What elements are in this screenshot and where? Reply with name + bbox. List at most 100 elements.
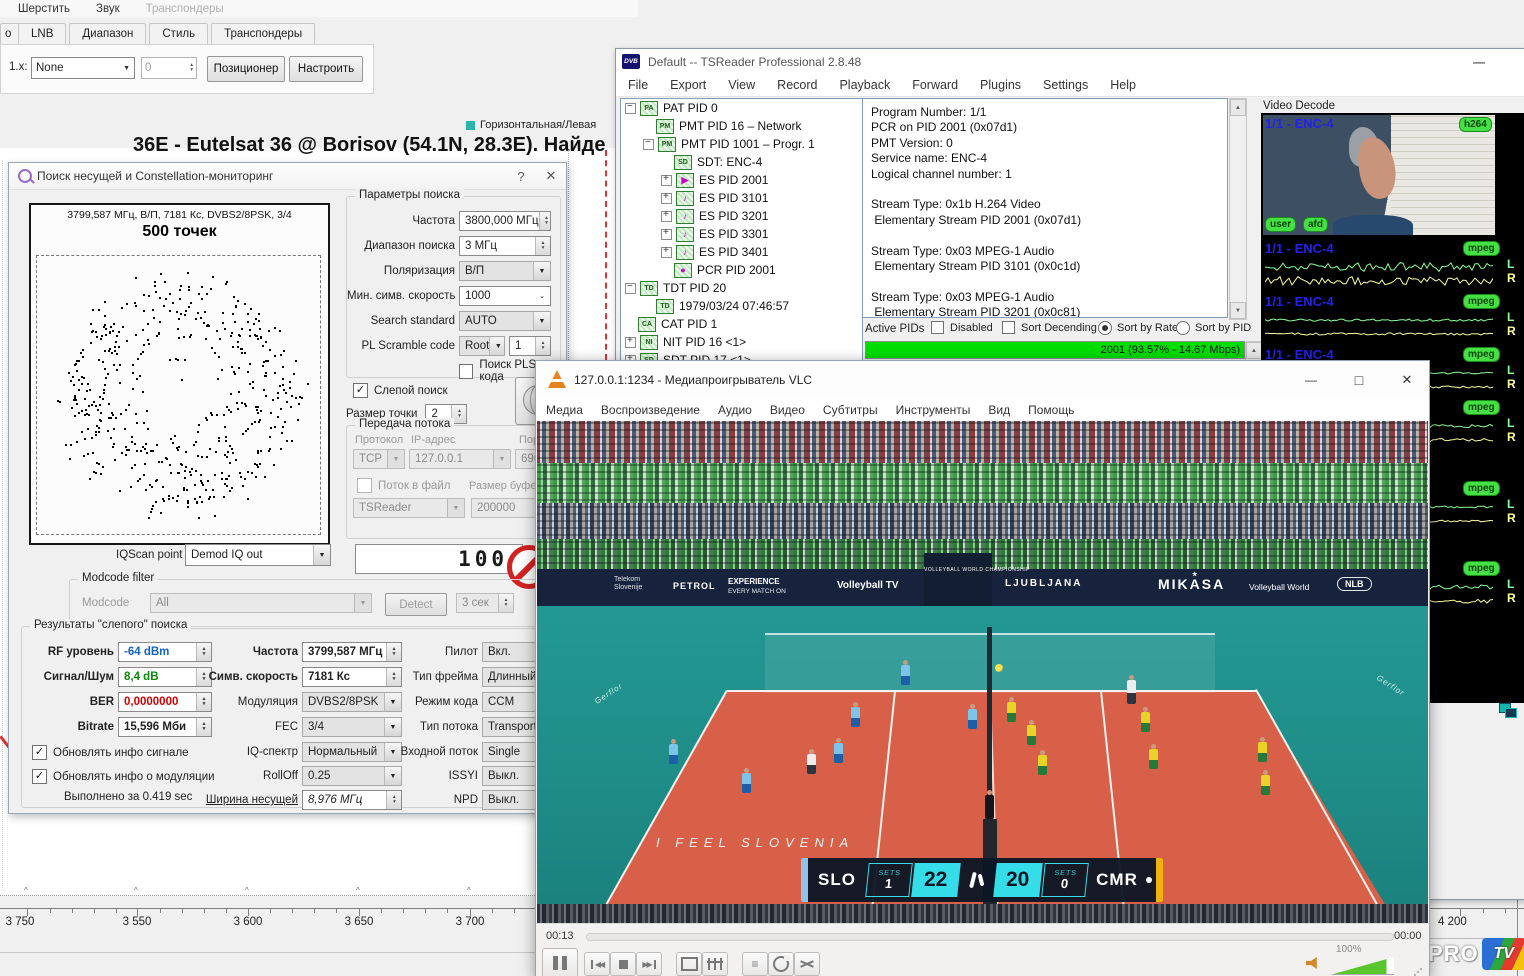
expand-toggle-icon[interactable] [625, 283, 636, 294]
expand-toggle-icon[interactable] [643, 302, 652, 311]
close-button[interactable]: ✕ [536, 164, 566, 188]
background-tab[interactable]: Диапазон [69, 23, 146, 44]
tree-node-label[interactable]: TDT PID 20 [663, 281, 726, 295]
tree-node-label[interactable]: ES PID 2001 [699, 173, 768, 187]
expand-toggle-icon[interactable] [661, 211, 672, 222]
video-display[interactable]: TelekomSlovenije PETROL EXPERIENCE EVERY… [537, 421, 1428, 923]
minimize-button[interactable]: — [1288, 361, 1334, 399]
constellation-plot[interactable] [36, 255, 321, 535]
expand-toggle-icon[interactable] [625, 320, 634, 329]
sort-by-rate-radio[interactable]: Sort by Rate [1098, 321, 1178, 335]
tree-node[interactable]: ♪ ES PID 3301 [621, 225, 862, 243]
playlist-button[interactable]: ≡ [742, 952, 768, 976]
tree-node-label[interactable]: 1979/03/24 07:46:57 [679, 299, 789, 313]
equalizer-button[interactable] [702, 952, 728, 976]
chevron-down-icon[interactable]: ▼ [489, 337, 505, 355]
seek-bar[interactable] [586, 933, 1394, 941]
configure-button[interactable]: Настроить [289, 56, 363, 82]
tree-node-label[interactable]: ES PID 3401 [699, 245, 768, 259]
scroll-up-icon[interactable]: ▲ [1230, 99, 1246, 116]
chevron-down-icon[interactable]: ⌄ [534, 287, 550, 305]
vlc-menu-item[interactable]: Аудио [718, 403, 752, 417]
tree-node-label[interactable]: PAT PID 0 [663, 101, 718, 115]
vlc-menu-item[interactable]: Воспроизведение [601, 403, 700, 417]
tree-node-label[interactable]: CAT PID 1 [661, 317, 717, 331]
tree-node[interactable]: SD SDT: ENC-4 [621, 153, 862, 171]
tsreader-menu-item[interactable]: View [728, 78, 755, 92]
loop-button[interactable] [768, 952, 794, 976]
background-menu-item[interactable]: Шерстить [18, 3, 70, 15]
expand-toggle-icon[interactable] [661, 158, 670, 167]
position-stepper[interactable]: 0▴▾ [141, 57, 197, 79]
tab-partial[interactable]: о [0, 23, 20, 44]
chevron-down-icon[interactable]: ▼ [313, 545, 330, 565]
diseqc-select[interactable]: None▼ [31, 57, 135, 79]
expand-toggle-icon[interactable] [661, 229, 672, 240]
tree-node-label[interactable]: PMT PID 16 – Network [679, 119, 801, 133]
volume-slider[interactable] [1330, 957, 1394, 975]
expand-toggle-icon[interactable] [643, 139, 654, 150]
vlc-menu-item[interactable]: Видео [770, 403, 805, 417]
background-tab[interactable]: Стиль [149, 23, 208, 44]
ber-field[interactable]: 0,0000000▴▾ [118, 692, 212, 712]
program-info-pane[interactable]: Program Number: 1/1PCR on PID 2001 (0x07… [862, 98, 1228, 318]
shuffle-button[interactable] [794, 952, 820, 976]
tree-node[interactable]: PA PAT PID 0 [621, 99, 862, 117]
scroll-up-icon[interactable]: ▲ [1246, 342, 1262, 359]
minimize-button[interactable]: — [1473, 55, 1489, 69]
dialog-titlebar[interactable]: Поиск несущей и Constellation-мониторинг… [9, 163, 566, 190]
fullscreen-button[interactable] [676, 952, 702, 976]
snr-field[interactable]: 8,4 dB▴▾ [118, 667, 212, 687]
tree-node[interactable]: PM PMT PID 16 – Network [621, 117, 862, 135]
tsreader-menu-item[interactable]: Forward [912, 78, 958, 92]
vlc-menu-item[interactable]: Вид [988, 403, 1010, 417]
vlc-menu-item[interactable]: Медиа [546, 403, 583, 417]
tree-node[interactable]: ♪ ES PID 3201 [621, 207, 862, 225]
background-menu-item[interactable]: Звук [96, 3, 120, 15]
tsreader-menu-item[interactable]: Export [670, 78, 706, 92]
chevron-down-icon[interactable]: ▼ [533, 312, 550, 330]
iqscan-point-select[interactable]: Demod IQ out▼ [185, 544, 331, 566]
min-symbolrate-combo[interactable]: 1000⌄ [459, 286, 551, 306]
background-tab[interactable]: LNB [18, 23, 66, 44]
tree-node-label[interactable]: ES PID 3101 [699, 191, 768, 205]
tree-node[interactable]: ♪ ES PID 3101 [621, 189, 862, 207]
tree-node[interactable]: CA CAT PID 1 [621, 315, 862, 333]
tsreader-menu-item[interactable]: Plugins [980, 78, 1021, 92]
tree-node-label[interactable]: ES PID 3201 [699, 209, 768, 223]
info-scrollbar[interactable]: ▲ ▼ [1229, 98, 1247, 320]
next-button[interactable]: ▶▶ [636, 952, 662, 976]
expand-toggle-icon[interactable] [661, 266, 670, 275]
rf-level-field[interactable]: -64 dBm▴▾ [118, 642, 212, 662]
spinner-arrows-icon[interactable]: ▴▾ [190, 63, 193, 73]
polarization-select[interactable]: В/П▼ [459, 261, 551, 281]
expand-toggle-icon[interactable] [661, 247, 672, 258]
background-tab[interactable]: Транспондеры [211, 23, 315, 44]
tsreader-titlebar[interactable]: DVB Default -- TSReader Professional 2.8… [616, 49, 1524, 74]
sort-by-pid-radio[interactable]: Sort by PID [1176, 321, 1251, 335]
pause-button[interactable] [542, 948, 578, 976]
update-modulation-checkbox[interactable]: ✓Обновлять инфо о модуляции [32, 769, 215, 784]
tree-node-label[interactable]: NIT PID 16 <1> [663, 335, 746, 349]
bitrate-field[interactable]: 15,596 Мби▴▾ [118, 717, 212, 737]
vlc-menu-item[interactable]: Субтитры [823, 403, 878, 417]
tsreader-menu-item[interactable]: Help [1110, 78, 1136, 92]
maximize-button[interactable]: □ [1336, 361, 1382, 399]
update-signal-checkbox[interactable]: ✓Обновлять инфо сигнале [32, 745, 189, 760]
expand-toggle-icon[interactable] [625, 337, 636, 348]
pid-rate-bar[interactable]: 2001 (93.57% - 14.67 Mbps) [865, 341, 1245, 359]
disabled-checkbox[interactable]: Disabled [931, 321, 993, 334]
tree-node[interactable]: TD TDT PID 20 [621, 279, 862, 297]
tree-node[interactable]: ● PCR PID 2001 [621, 261, 862, 279]
tree-node[interactable]: TD 1979/03/24 07:46:57 [621, 297, 862, 315]
chevron-down-icon[interactable]: ▼ [533, 262, 550, 280]
scroll-down-icon[interactable]: ▼ [1230, 302, 1246, 319]
help-button[interactable]: ? [506, 164, 536, 188]
close-button[interactable]: ✕ [1384, 361, 1430, 399]
blind-search-checkbox[interactable]: ✓Слепой поиск [353, 383, 447, 398]
expand-toggle-icon[interactable] [643, 122, 652, 131]
frequency-input[interactable]: 3800,000 МГц▴▾ [459, 211, 551, 231]
pl-mode-select[interactable]: Root▼ [459, 336, 505, 356]
search-range-input[interactable]: 3 МГц▴▾ [459, 236, 551, 256]
expand-toggle-icon[interactable] [625, 103, 636, 114]
